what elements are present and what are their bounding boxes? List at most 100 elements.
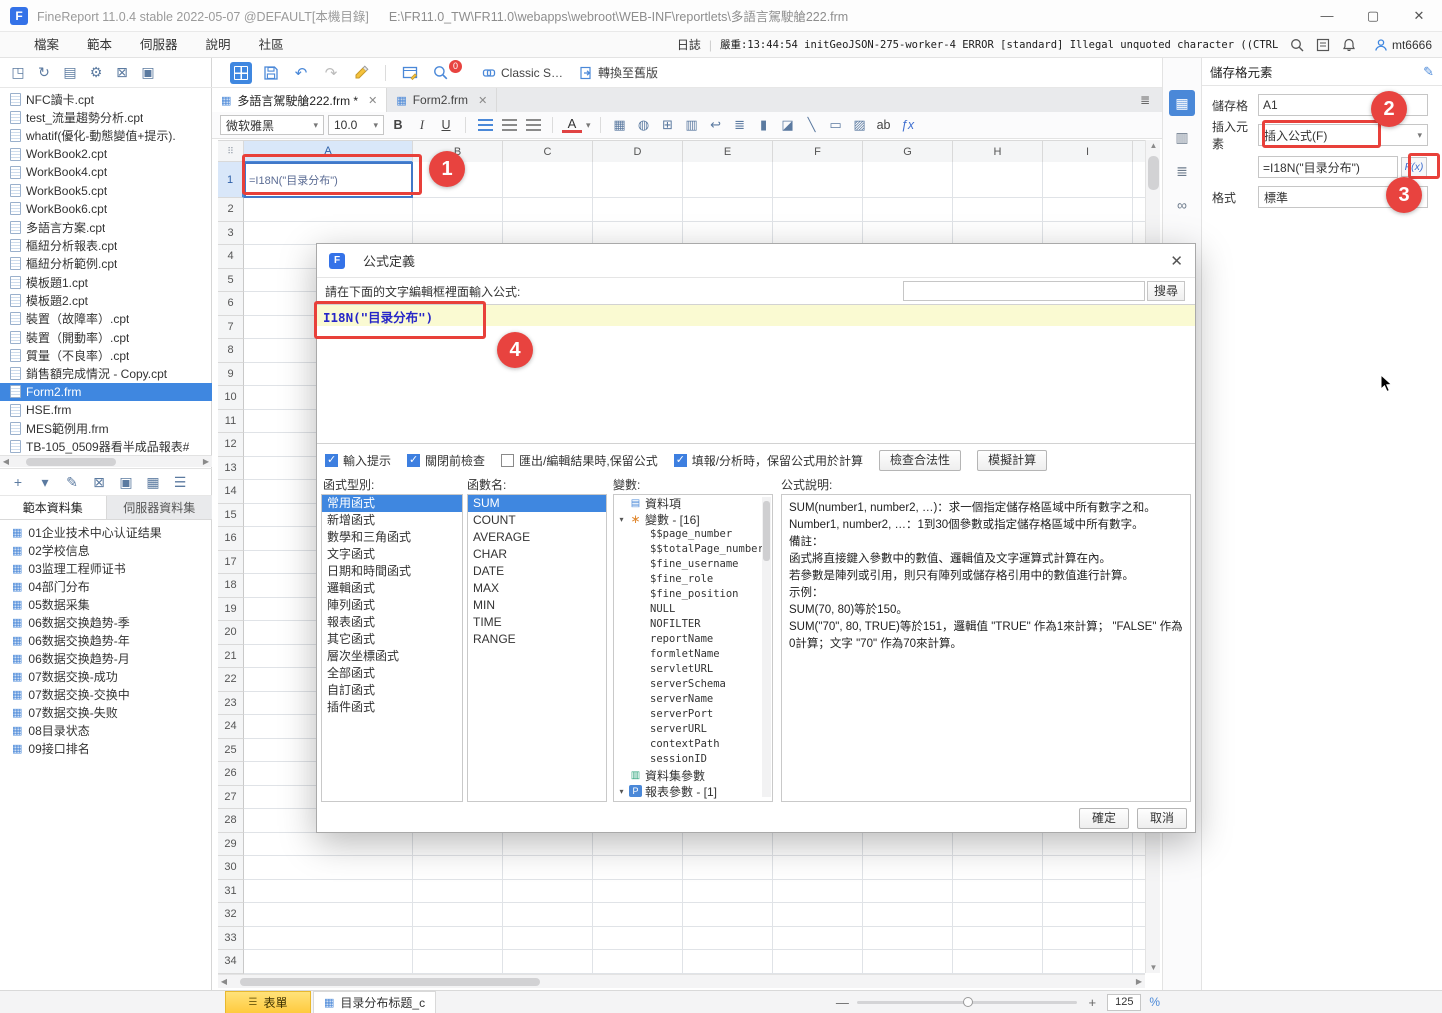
italic-button[interactable]: I	[412, 115, 432, 135]
grid-cell[interactable]	[1043, 903, 1133, 927]
grid-cell[interactable]	[863, 198, 953, 222]
grid-cell[interactable]	[953, 832, 1043, 856]
variable-item[interactable]: serverSchema	[614, 677, 772, 692]
function-category-item[interactable]: 其它函式	[322, 631, 462, 648]
format-painter-icon[interactable]	[350, 62, 372, 84]
tab-server-datasets[interactable]: 伺服器資料集	[106, 496, 212, 519]
preview-dataset-icon[interactable]: ▦	[141, 470, 165, 494]
grid-cell[interactable]	[953, 903, 1043, 927]
scrollbar-thumb[interactable]	[763, 501, 770, 561]
row-header[interactable]: 26	[218, 762, 244, 786]
grid-cell[interactable]	[244, 903, 413, 927]
function-name-item[interactable]: MAX	[468, 580, 606, 597]
function-name-item[interactable]: DATE	[468, 563, 606, 580]
function-category-item[interactable]: 日期和時間函式	[322, 563, 462, 580]
grid-cell[interactable]	[244, 221, 413, 245]
grid-cell[interactable]	[683, 903, 773, 927]
new-template-icon[interactable]: ◳	[6, 61, 30, 85]
grid-cell[interactable]	[503, 832, 593, 856]
copy-dataset-icon[interactable]: ▣	[114, 470, 138, 494]
tab-template-2[interactable]: ▦ Form2.frm ✕	[387, 88, 498, 112]
grid-cell[interactable]	[773, 832, 863, 856]
tab-close-icon[interactable]: ✕	[474, 94, 487, 107]
save-icon[interactable]	[260, 62, 282, 84]
grid-cell[interactable]	[863, 832, 953, 856]
maximize-button[interactable]: ▢	[1350, 0, 1396, 31]
grid-cell[interactable]	[863, 950, 953, 974]
column-header[interactable]: E	[683, 141, 773, 162]
cell-attribute-icon[interactable]: ▥	[1169, 124, 1195, 150]
function-category-item[interactable]: 全部函式	[322, 665, 462, 682]
condition-icon[interactable]: ▨	[850, 115, 870, 135]
sort-dataset-icon[interactable]: ☰	[168, 470, 192, 494]
file-tree-item[interactable]: WorkBook6.cpt	[0, 200, 212, 218]
folder-view-icon[interactable]: ▤	[58, 61, 82, 85]
grid-cell[interactable]	[683, 926, 773, 950]
file-tree-item[interactable]: 模板題2.cpt	[0, 291, 212, 309]
variable-item[interactable]: sessionID	[614, 752, 772, 767]
grid-cell[interactable]	[953, 162, 1043, 198]
search-icon[interactable]	[1288, 36, 1306, 54]
grid-cell[interactable]	[1043, 198, 1133, 222]
formula-editor[interactable]: I18N("目录分布")	[317, 304, 1195, 444]
dataset-item[interactable]: ▦ 06数据交换趋势-年	[0, 631, 212, 649]
grid-cell[interactable]	[1133, 833, 1145, 856]
grid-cell[interactable]	[1043, 221, 1133, 245]
column-header[interactable]: D	[593, 141, 683, 162]
column-header[interactable]: H	[953, 141, 1043, 162]
dialog-close-icon[interactable]: ✕	[1170, 252, 1183, 270]
row-header[interactable]: 28	[218, 809, 244, 833]
grid-cell[interactable]	[593, 903, 683, 927]
tab-template-1[interactable]: ▦ 多語言駕駛艙222.frm * ✕	[212, 88, 388, 112]
row-header[interactable]: 2	[218, 198, 244, 222]
grid-cell[interactable]	[244, 832, 413, 856]
grid-cell[interactable]	[773, 903, 863, 927]
grid-cell[interactable]	[593, 832, 683, 856]
variable-item[interactable]: contextPath	[614, 737, 772, 752]
check-validity-button[interactable]: 檢查合法性	[879, 449, 962, 471]
grid-cell[interactable]	[1043, 832, 1133, 856]
file-tree-item[interactable]: MES範例用.frm	[0, 419, 212, 437]
dataset-item[interactable]: ▦ 09接口排名	[0, 739, 212, 757]
ab-text-button[interactable]: ab	[874, 115, 894, 135]
column-header[interactable]: B	[413, 141, 503, 162]
grid-cell[interactable]	[413, 879, 503, 903]
function-name-item[interactable]: COUNT	[468, 512, 606, 529]
formula-option[interactable]: 關閉前檢查	[407, 452, 485, 469]
cell-element-icon[interactable]: ▦	[1169, 90, 1195, 116]
function-name-item[interactable]: CHAR	[468, 546, 606, 563]
preview-button[interactable]: 0	[429, 60, 470, 85]
grid-cell[interactable]	[1133, 856, 1145, 880]
cell-formula-input[interactable]	[1258, 156, 1398, 178]
cell-ref-input[interactable]	[1258, 94, 1428, 116]
grid-cell[interactable]	[503, 856, 593, 880]
variable-group[interactable]: ▾ P 報表參數 - [1]	[614, 783, 772, 799]
row-header[interactable]: 29	[218, 832, 244, 856]
function-category-item[interactable]: 報表函式	[322, 614, 462, 631]
function-name-item[interactable]: MIN	[468, 597, 606, 614]
formula-search-input[interactable]	[902, 281, 1145, 301]
insert-element-select[interactable]: 插入公式(F) ▾	[1258, 124, 1428, 146]
function-category-item[interactable]: 邏輯函式	[322, 580, 462, 597]
add-dataset-caret-icon[interactable]: ▾	[33, 470, 57, 494]
variable-list-scrollbar[interactable]	[762, 497, 771, 797]
align-right-icon[interactable]	[523, 115, 543, 135]
image-insert-icon[interactable]: ◪	[778, 115, 798, 135]
cell-format-select[interactable]: 標準 ▾	[1258, 186, 1428, 208]
grid-cell[interactable]	[683, 221, 773, 245]
file-tree-item[interactable]: 銷售額完成情況 - Copy.cpt	[0, 364, 212, 382]
file-tree-item[interactable]: 模板題1.cpt	[0, 273, 212, 291]
function-category-item[interactable]: 數學和三角函式	[322, 529, 462, 546]
column-header[interactable]: A	[244, 141, 413, 162]
grid-cell[interactable]	[953, 221, 1043, 245]
merge-cell-icon[interactable]: ▦	[610, 115, 630, 135]
function-category-item[interactable]: 常用函式	[322, 495, 462, 512]
grid-cell[interactable]	[1043, 856, 1133, 880]
grid-cell[interactable]	[773, 950, 863, 974]
grid-cell[interactable]	[1043, 162, 1133, 198]
row-header[interactable]: 20	[218, 621, 244, 645]
dataset-item[interactable]: ▦ 06数据交换趋势-月	[0, 649, 212, 667]
row-header[interactable]: 32	[218, 903, 244, 927]
row-header[interactable]: 16	[218, 527, 244, 551]
component-hierarchy-icon[interactable]: ≣	[1169, 158, 1195, 184]
